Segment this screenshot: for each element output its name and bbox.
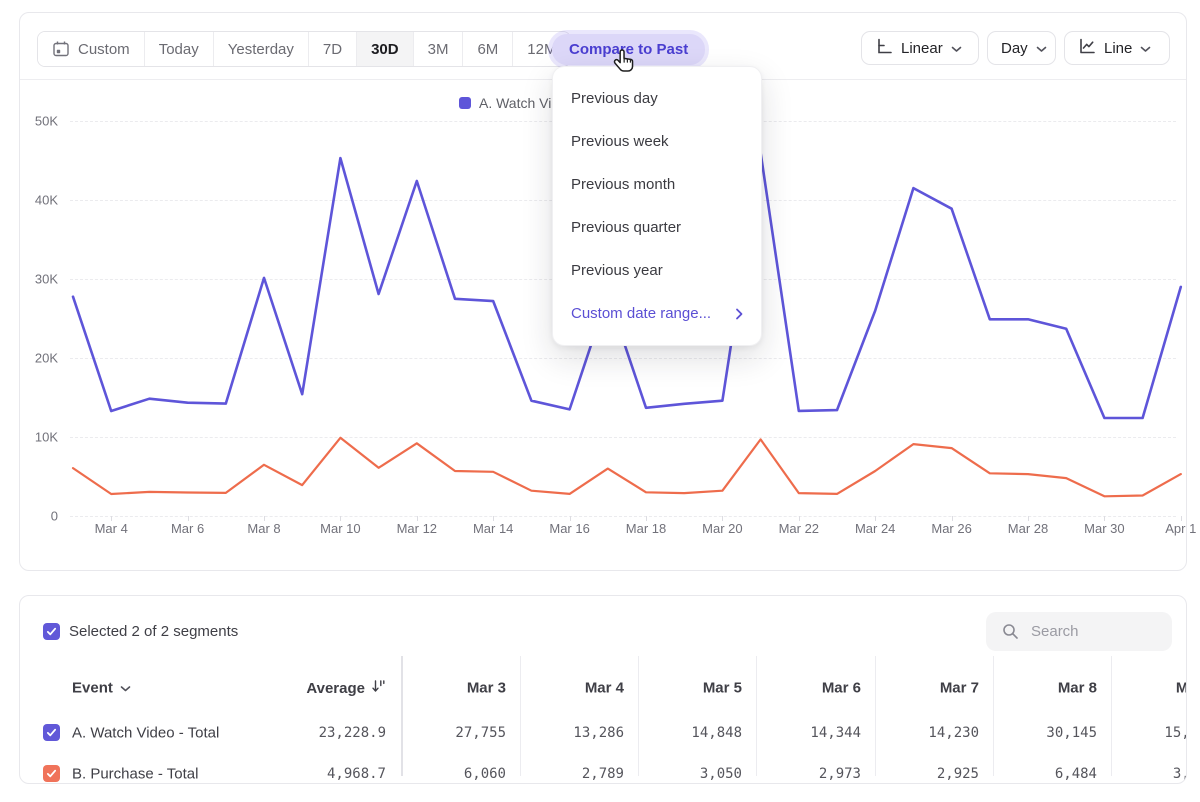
segment-checkbox-watch-video[interactable] — [43, 724, 60, 741]
selected-segments-text: Selected 2 of 2 segments — [69, 623, 238, 640]
date-column-header: Mar 7 — [940, 680, 979, 697]
segment-row-label[interactable]: A. Watch Video - Total — [72, 725, 219, 742]
series-line-purchase — [73, 438, 1181, 497]
column-divider — [638, 656, 639, 776]
table-value: 27,755 — [455, 725, 506, 741]
average-column-header[interactable]: Average — [306, 679, 386, 697]
date-column-header: Mar 3 — [467, 680, 506, 697]
table-value: 14,848 — [691, 725, 742, 741]
date-column-header: Mar 5 — [703, 680, 742, 697]
table-value: 2,789 — [582, 766, 624, 782]
segment-row-label[interactable]: B. Purchase - Total — [72, 766, 198, 783]
sort-descending-icon[interactable] — [371, 679, 386, 697]
average-header-label: Average — [306, 680, 365, 697]
table-value: 3,912 — [1173, 766, 1187, 782]
table-value: 14,230 — [928, 725, 979, 741]
event-header-label: Event — [72, 680, 113, 697]
event-column-header[interactable]: Event — [72, 680, 131, 697]
column-divider — [993, 656, 994, 776]
menu-item-label: Previous quarter — [571, 206, 681, 249]
table-value: 30,145 — [1046, 725, 1097, 741]
select-all-segments-checkbox[interactable] — [43, 623, 60, 640]
date-column-header: Mar 8 — [1058, 680, 1097, 697]
menu-item-previous-year[interactable]: Previous year — [553, 249, 761, 292]
average-value: 4,968.7 — [327, 766, 386, 782]
search-box[interactable] — [986, 612, 1172, 651]
legend-swatch — [459, 97, 471, 109]
analytics-page: CustomTodayYesterday7D30D3M6M12M Compare… — [0, 0, 1200, 802]
menu-item-label: Custom date range... — [571, 292, 711, 335]
menu-item-label: Previous day — [571, 77, 658, 120]
menu-item-label: Previous week — [571, 120, 669, 163]
menu-item-custom-date-range[interactable]: Custom date range... — [553, 292, 761, 335]
date-column-header: Mar 6 — [822, 680, 861, 697]
table-value: 15,417 — [1164, 725, 1187, 741]
average-value: 23,228.9 — [319, 725, 386, 741]
segment-checkbox-purchase[interactable] — [43, 765, 60, 782]
table-value: 2,973 — [819, 766, 861, 782]
table-value: 14,344 — [810, 725, 861, 741]
search-icon — [1002, 623, 1019, 640]
table-value: 3,050 — [700, 766, 742, 782]
search-input[interactable] — [1029, 622, 1153, 641]
date-column-header: Mar 4 — [585, 680, 624, 697]
menu-item-label: Previous month — [571, 163, 675, 206]
table-value: 2,925 — [937, 766, 979, 782]
column-divider — [1111, 656, 1112, 776]
column-divider — [401, 656, 403, 776]
menu-item-previous-week[interactable]: Previous week — [553, 120, 761, 163]
column-divider — [520, 656, 521, 776]
date-column-header: Mar 9 — [1176, 680, 1187, 697]
chevron-down-icon — [120, 680, 131, 697]
column-divider — [756, 656, 757, 776]
segments-table-card: Selected 2 of 2 segments Event Average M… — [19, 595, 1187, 784]
table-value: 13,286 — [573, 725, 624, 741]
menu-item-label: Previous year — [571, 249, 663, 292]
menu-item-previous-quarter[interactable]: Previous quarter — [553, 206, 761, 249]
table-value: 6,060 — [464, 766, 506, 782]
column-divider — [875, 656, 876, 776]
table-value: 6,484 — [1055, 766, 1097, 782]
compare-to-past-menu: Previous dayPrevious weekPrevious monthP… — [552, 66, 762, 346]
chevron-right-icon — [735, 308, 743, 320]
menu-item-previous-month[interactable]: Previous month — [553, 163, 761, 206]
menu-item-previous-day[interactable]: Previous day — [553, 77, 761, 120]
